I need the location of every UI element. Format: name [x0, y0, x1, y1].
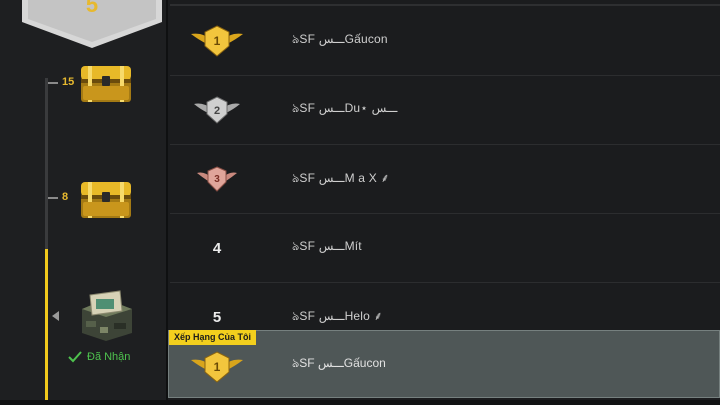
player-name: ঌSF ـــسDu⋆ ـــس: [292, 101, 398, 115]
current-position-marker: [52, 311, 59, 321]
current-rank-banner: 5: [22, 0, 162, 48]
player-name: ঌSF ـــسMít: [292, 239, 362, 253]
rank-number: 5: [212, 308, 222, 326]
claimed-label: Đã Nhận: [87, 351, 131, 363]
rank-cell: 1: [182, 7, 252, 75]
rank-cell: 2: [182, 76, 252, 144]
leaderboard-row[interactable]: 4 ঌSF ـــسMít: [170, 214, 720, 283]
gold-chest-icon[interactable]: [78, 178, 134, 222]
milestone-tick: [48, 197, 58, 199]
bronze-rank-3-badge-icon: 3: [197, 166, 237, 192]
player-name: ঌSF ـــسGấucon: [292, 356, 386, 370]
leaderboard-row[interactable]: 3 ঌSF ـــسM a X ⸙: [170, 145, 720, 214]
leaderboard-row[interactable]: 2 ঌSF ـــسDu⋆ ـــس: [170, 76, 720, 145]
svg-text:1: 1: [214, 360, 221, 374]
svg-text:1: 1: [214, 34, 221, 48]
silver-rank-2-badge-icon: 2: [194, 96, 240, 124]
checkmark-icon: [68, 351, 82, 363]
list-top-divider: [170, 4, 720, 6]
progress-fill: [45, 249, 48, 400]
gold-rank-1-badge-icon: 1: [191, 25, 243, 57]
player-name: ঌSF ـــسM a X ⸙: [292, 170, 390, 185]
rank-number: 4: [212, 239, 222, 257]
svg-text:3: 3: [214, 174, 220, 185]
gold-chest-icon[interactable]: [78, 62, 134, 106]
season-ranking-screen: 5 15 8 Đã Nhận 1 ঌSF ـــسGấucon 2 ঌSF ــ…: [0, 0, 720, 405]
milestone-tick: [48, 82, 58, 84]
player-name: ঌSF ـــسGấucon: [292, 32, 388, 46]
gold-rank-1-badge-icon: 1: [191, 351, 243, 383]
rank-cell: 1: [182, 337, 252, 397]
leaderboard-row[interactable]: 1 ঌSF ـــسGấucon: [170, 7, 720, 76]
rank-cell: 3: [182, 145, 252, 213]
camo-crate-icon[interactable]: [76, 287, 136, 341]
bottom-edge: [0, 400, 720, 405]
milestone-label-8: 8: [62, 191, 69, 203]
my-rank-row[interactable]: Xếp Hạng Của Tôi 1 ঌSF ـــسGấucon: [168, 330, 720, 398]
rank-cell: 4: [182, 214, 252, 282]
reward-track-panel: 5 15 8 Đã Nhận: [0, 0, 168, 405]
current-rank-number: 5: [85, 0, 99, 17]
milestone-label-15: 15: [62, 76, 75, 88]
claimed-status: Đã Nhận: [68, 350, 130, 364]
svg-text:2: 2: [214, 105, 220, 117]
